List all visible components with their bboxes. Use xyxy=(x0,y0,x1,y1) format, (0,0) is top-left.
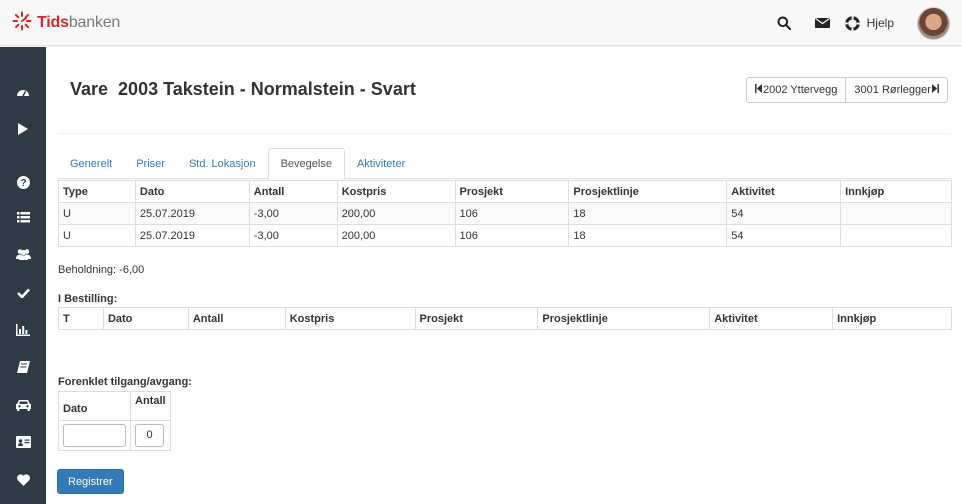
help-label: Hjelp xyxy=(866,16,894,30)
tab-bar: Generelt Priser Std. Lokasjon Bevegelse … xyxy=(58,148,952,180)
column-header: Aktivitet xyxy=(726,180,842,203)
table-cell: 200,00 xyxy=(336,224,456,247)
column-header: Type xyxy=(58,180,136,203)
column-header: Innkjøp xyxy=(832,307,952,330)
table-row: U 25.07.2019 -3,00 200,00 106 18 54 xyxy=(58,224,952,247)
logo-clock-icon xyxy=(12,11,32,34)
help-link[interactable]: Hjelp xyxy=(845,15,894,31)
list-icon[interactable] xyxy=(15,209,31,225)
table-cell: 18 xyxy=(568,202,728,225)
table-cell: 54 xyxy=(726,202,842,225)
column-header: Dato xyxy=(102,307,189,330)
previous-item-button[interactable]: 2002 Yttervegg xyxy=(747,78,845,102)
step-forward-icon xyxy=(931,84,939,96)
lifebuoy-icon xyxy=(845,15,861,31)
column-header: Innkjøp xyxy=(840,180,952,203)
question-icon[interactable]: ? xyxy=(15,174,31,190)
book-icon[interactable] xyxy=(15,359,31,375)
quantity-column-header: Antall xyxy=(130,391,171,421)
search-icon[interactable] xyxy=(776,15,792,31)
table-cell: -3,00 xyxy=(248,202,338,225)
table-cell: 54 xyxy=(726,224,842,247)
column-header: Kostpris xyxy=(284,307,416,330)
table-cell: U xyxy=(58,202,136,225)
item-navigation: 2002 Yttervegg 3001 Rørlegger xyxy=(746,77,948,103)
users-icon[interactable] xyxy=(15,246,31,262)
next-item-button[interactable]: 3001 Rørlegger xyxy=(845,78,946,102)
register-button[interactable]: Registrer xyxy=(57,469,124,494)
simple-adjust-table: Dato Antall 0 xyxy=(58,391,171,451)
column-header: Prosjektlinje xyxy=(568,180,728,203)
table-row: U 25.07.2019 -3,00 200,00 106 18 54 xyxy=(58,202,952,225)
top-bar: Tidsbanken Hjelp xyxy=(0,0,962,46)
column-header: Prosjekt xyxy=(414,307,539,330)
column-header: Kostpris xyxy=(336,180,456,203)
table-cell: 106 xyxy=(454,202,570,225)
table-cell xyxy=(840,202,952,225)
tab-std-lokasjon[interactable]: Std. Lokasjon xyxy=(177,148,268,179)
column-header: Antall xyxy=(187,307,286,330)
step-backward-icon xyxy=(755,84,763,96)
tab-generelt[interactable]: Generelt xyxy=(58,148,124,179)
tab-bevegelse[interactable]: Bevegelse xyxy=(267,148,345,180)
dashboard-icon[interactable] xyxy=(15,84,31,100)
main-content: Vare 2003 Takstein - Normalstein - Svart… xyxy=(46,47,962,504)
next-item-label: 3001 Rørlegger xyxy=(854,84,931,96)
tab-priser[interactable]: Priser xyxy=(124,148,177,179)
avatar[interactable] xyxy=(917,6,950,40)
logo[interactable]: Tidsbanken xyxy=(12,11,120,34)
column-header: Dato xyxy=(134,180,250,203)
date-input[interactable] xyxy=(63,424,126,447)
holding-text: Beholdning: -6,00 xyxy=(58,264,145,276)
table-header-row: T Dato Antall Kostpris Prosjekt Prosjekt… xyxy=(58,307,952,330)
movements-table: Type Dato Antall Kostpris Prosjekt Prosj… xyxy=(58,180,952,247)
table-cell: U xyxy=(58,224,136,247)
svg-text:?: ? xyxy=(20,178,26,189)
column-header: Aktivitet xyxy=(709,307,834,330)
play-icon[interactable] xyxy=(15,121,31,137)
heart-icon[interactable] xyxy=(15,472,31,488)
car-icon[interactable] xyxy=(15,397,31,413)
id-card-icon[interactable] xyxy=(15,434,31,450)
column-header: T xyxy=(58,307,104,330)
check-icon[interactable] xyxy=(15,285,31,301)
tab-aktiviteter[interactable]: Aktiviteter xyxy=(345,148,417,179)
orders-title: I Bestilling: xyxy=(58,293,118,305)
table-cell xyxy=(840,224,952,247)
logo-text: Tidsbanken xyxy=(37,13,121,31)
column-header: Prosjektlinje xyxy=(537,307,711,330)
table-cell: 18 xyxy=(568,224,728,247)
page-title: Vare 2003 Takstein - Normalstein - Svart xyxy=(70,79,416,99)
table-cell: -3,00 xyxy=(248,224,338,247)
chart-icon[interactable] xyxy=(15,322,31,338)
divider xyxy=(58,133,950,134)
table-cell: 25.07.2019 xyxy=(134,224,250,247)
sidebar: ? xyxy=(0,47,46,504)
date-column-header: Dato xyxy=(58,391,131,421)
simple-adjust-title: Forenklet tilgang/avgang: xyxy=(58,376,192,388)
table-cell: 106 xyxy=(454,224,570,247)
table-cell: 25.07.2019 xyxy=(134,202,250,225)
column-header: Antall xyxy=(248,180,338,203)
orders-table: T Dato Antall Kostpris Prosjekt Prosjekt… xyxy=(58,307,952,330)
quantity-input[interactable]: 0 xyxy=(135,424,164,447)
table-cell: 200,00 xyxy=(336,202,456,225)
previous-item-label: 2002 Yttervegg xyxy=(763,84,838,96)
table-header-row: Type Dato Antall Kostpris Prosjekt Prosj… xyxy=(58,180,952,203)
envelope-icon[interactable] xyxy=(815,15,831,31)
column-header: Prosjekt xyxy=(454,180,570,203)
